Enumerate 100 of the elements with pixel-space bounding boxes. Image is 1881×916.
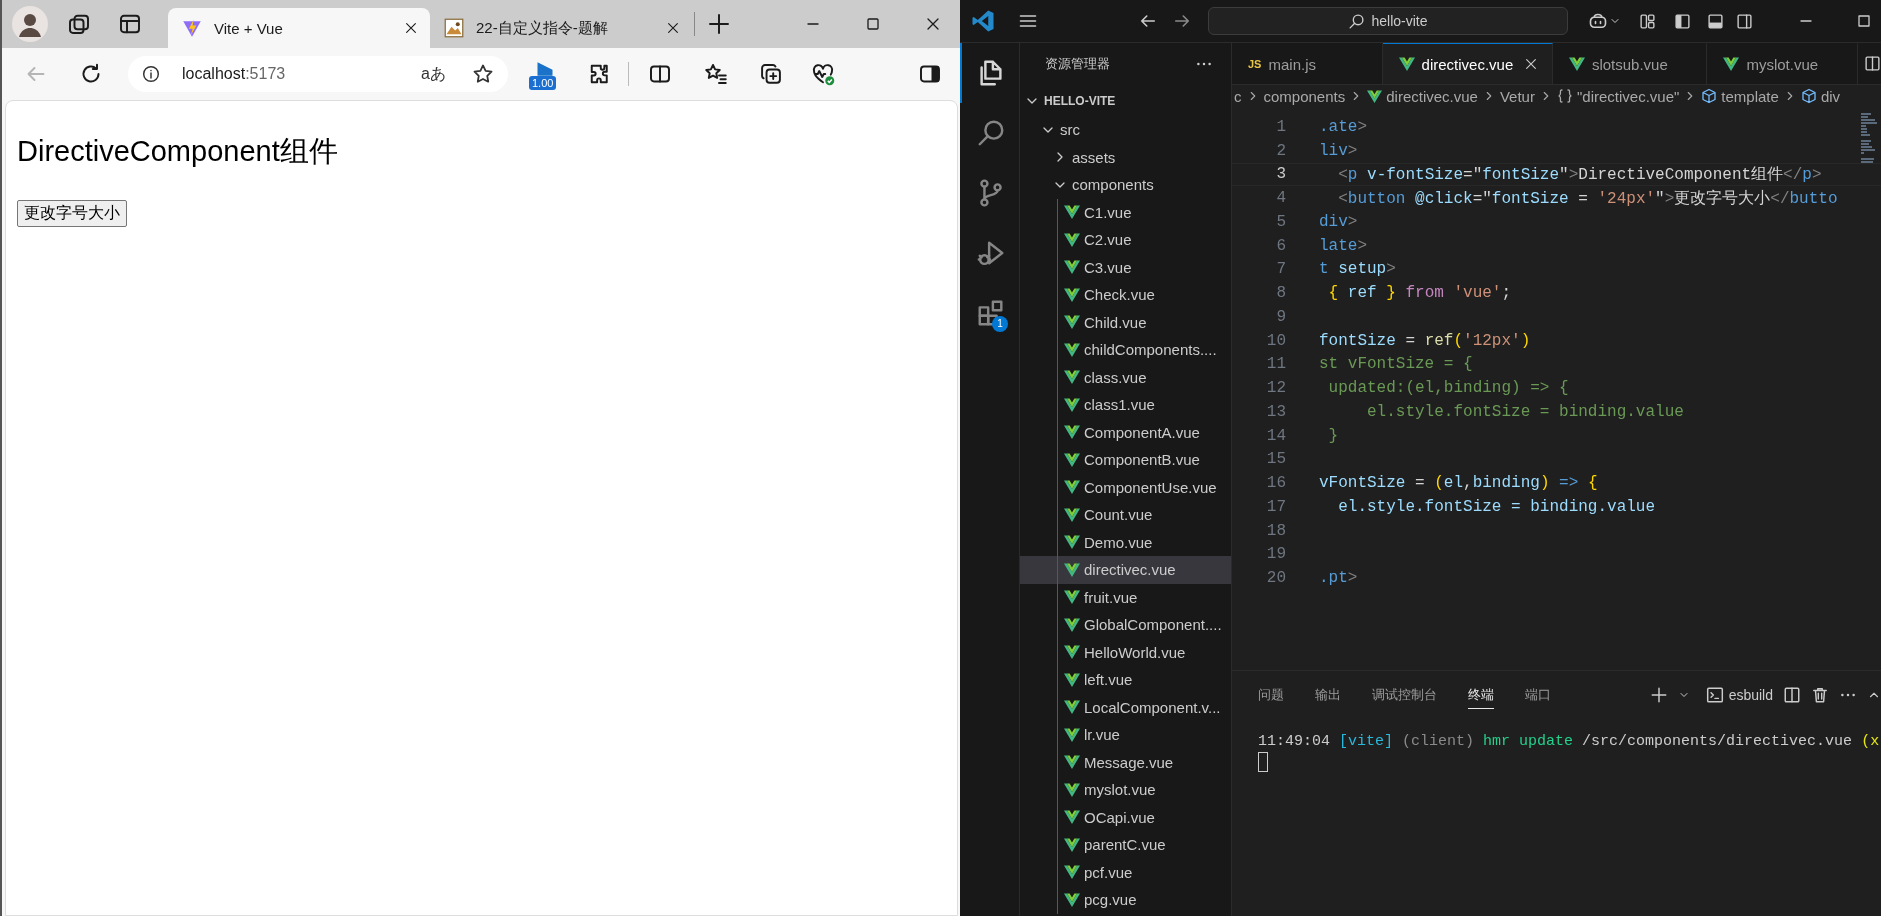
page-heading: DirectiveComponent组件: [17, 134, 339, 169]
breadcrumb-item[interactable]: "directivec.vue": [1556, 87, 1680, 105]
vue-file-icon: [1064, 451, 1080, 468]
vue-file-icon: [1064, 589, 1080, 606]
terminal-profile-button[interactable]: esbuild: [1705, 686, 1773, 704]
close-icon[interactable]: [925, 16, 941, 32]
version-badge: 1.00: [529, 76, 557, 90]
avatar-icon[interactable]: [12, 6, 48, 42]
vue-file-icon: [1064, 864, 1080, 881]
panel-bottom-icon[interactable]: [1707, 12, 1724, 30]
breadcrumb-item[interactable]: div: [1800, 87, 1841, 105]
code-line: late>: [1319, 236, 1367, 255]
vue-file-icon: [1064, 754, 1080, 771]
breadcrumb-item[interactable]: c: [1234, 87, 1242, 105]
folder-item[interactable]: assets: [1020, 143, 1231, 171]
code-line: div>: [1319, 212, 1358, 231]
breadcrumb-item[interactable]: Vetur: [1499, 87, 1535, 105]
extensions-button[interactable]: 1: [960, 283, 1019, 343]
vue-file-icon: [1064, 286, 1080, 303]
close-icon[interactable]: [666, 21, 680, 35]
trash-icon[interactable]: [1811, 686, 1829, 704]
robot-icon[interactable]: [1588, 11, 1608, 31]
line-number: 16: [1265, 474, 1286, 493]
editor-tab[interactable]: JS main.js: [1232, 43, 1383, 84]
vue-file-icon: [1064, 341, 1080, 358]
code-line: .ate>: [1319, 117, 1367, 136]
change-font-size-button[interactable]: 更改字号大小: [17, 200, 127, 227]
code-line: fontSize = ref('12px'): [1319, 331, 1531, 350]
vue-file-icon: [1064, 534, 1080, 551]
vue-file-icon: [1064, 314, 1080, 331]
editor-tab[interactable]: slotsub.vue: [1552, 43, 1708, 84]
terminal-cursor: [1258, 752, 1268, 772]
line-number: 11: [1265, 355, 1286, 374]
vue-file-icon: [1064, 231, 1080, 248]
plus-icon[interactable]: [1649, 686, 1668, 704]
vue-file-icon: [1064, 396, 1080, 413]
image-icon: [444, 18, 464, 38]
vue-file-icon: [1568, 56, 1585, 72]
panel-tab[interactable]: 问题: [1258, 681, 1284, 709]
sidebar-left-icon[interactable]: [1674, 12, 1691, 30]
search-field[interactable]: hello-vite: [1208, 7, 1568, 35]
minimap[interactable]: [1861, 113, 1879, 164]
line-number: 12: [1265, 379, 1286, 398]
layout-icon[interactable]: [1639, 12, 1656, 30]
close-icon[interactable]: [1523, 57, 1538, 71]
split-icon[interactable]: [1783, 686, 1801, 704]
vue-file-icon: [1064, 561, 1080, 578]
line-number: 15: [1265, 450, 1286, 469]
line-number: 3: [1275, 165, 1286, 184]
panel-tab[interactable]: 输出: [1315, 681, 1341, 709]
maximize-icon[interactable]: [1856, 13, 1872, 29]
folder-item[interactable]: src: [1020, 116, 1231, 144]
terminal-icon: [1705, 686, 1724, 704]
breadcrumb-item[interactable]: components: [1263, 87, 1346, 105]
code-line: liv>: [1319, 141, 1358, 160]
split-editor-icon[interactable]: [1864, 55, 1881, 72]
panel-tab[interactable]: 终端: [1468, 681, 1494, 709]
stacked-squares-icon[interactable]: [67, 12, 91, 36]
breadcrumb-item[interactable]: template: [1701, 87, 1779, 105]
window-icon[interactable]: [118, 12, 142, 36]
file-item[interactable]: directivec.vue: [1020, 556, 1231, 584]
code-line: <p v-fontSize="fontSize">DirectiveComponent组件</p>: [1337, 164, 1822, 185]
explorer-title: 资源管理器: [1045, 55, 1110, 73]
panel-tab[interactable]: 调试控制台: [1372, 681, 1437, 709]
address-field[interactable]: localhost:5173 aあ: [128, 56, 508, 92]
plus-icon[interactable]: [707, 12, 731, 36]
code-line: updated:(el,binding) => {: [1327, 379, 1569, 398]
read-aloud-button[interactable]: aあ: [421, 63, 446, 85]
vue-file-icon: [1064, 644, 1080, 661]
editor-tab[interactable]: myslot.vue: [1707, 43, 1858, 84]
info-icon[interactable]: [142, 65, 160, 83]
code-line: }: [1327, 426, 1339, 445]
code-logo-icon[interactable]: [971, 9, 995, 33]
vue-file-icon: [1064, 726, 1080, 743]
close-icon[interactable]: [404, 21, 418, 35]
vue-file-icon: [1064, 699, 1080, 716]
browser-tab[interactable]: 22-自定义指令-题解: [430, 8, 692, 48]
folder-item[interactable]: components: [1020, 171, 1231, 199]
line-number: 9: [1275, 307, 1286, 326]
browser-tab[interactable]: Vite + Vue: [168, 8, 430, 48]
braces-icon: [1556, 88, 1573, 104]
breadcrumb-item[interactable]: directivec.vue: [1367, 87, 1478, 105]
collections-icon[interactable]: [759, 62, 783, 86]
folder-item[interactable]: HELLO-VITE: [1020, 85, 1231, 116]
star-icon[interactable]: [472, 63, 494, 85]
triangle-bolt-icon: [182, 18, 202, 38]
editor-tab[interactable]: directivec.vue: [1382, 43, 1553, 84]
heart-check-icon[interactable]: [811, 62, 835, 86]
notification-badge: 1: [992, 316, 1008, 332]
panel-tab[interactable]: 端口: [1525, 681, 1551, 709]
vue-file-icon: [1064, 424, 1080, 441]
line-number: 13: [1265, 402, 1286, 421]
vue-file-icon: [1064, 781, 1080, 798]
sidebar-right-icon[interactable]: [1736, 12, 1753, 30]
vue-file-icon: [1064, 671, 1080, 688]
maximize-icon[interactable]: [865, 16, 881, 32]
favorites-icon[interactable]: [704, 62, 728, 86]
code-line: el.style.fontSize = binding.value: [1337, 497, 1656, 516]
code-line: .pt>: [1319, 569, 1358, 588]
code-line: { ref } from 'vue';: [1327, 284, 1512, 303]
